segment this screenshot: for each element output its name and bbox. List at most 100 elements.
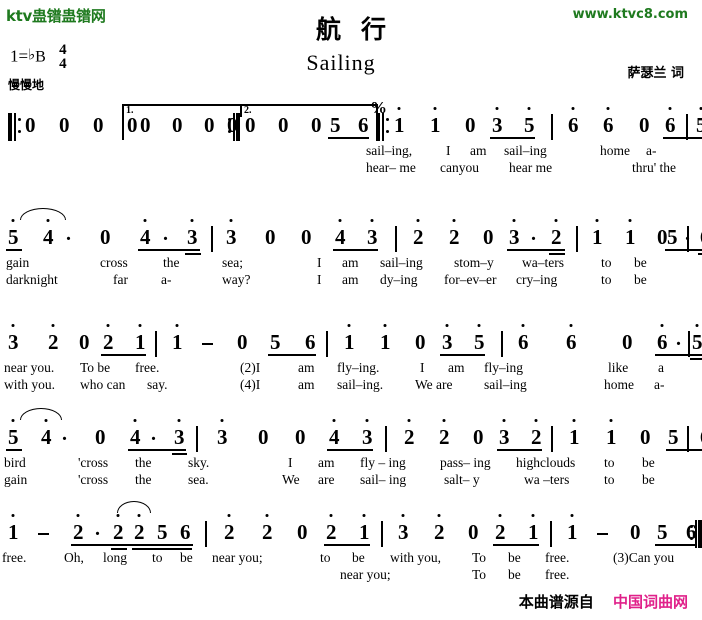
note: 3 xyxy=(442,324,453,353)
note: 2 xyxy=(439,419,450,448)
note: 6 xyxy=(665,107,676,136)
note: 3 xyxy=(398,514,409,543)
note: 1 xyxy=(528,514,539,543)
duration-dash xyxy=(38,532,49,535)
note: 2 xyxy=(326,514,337,543)
lyric-row-2-verse-1: gain cross the sea; I am sail–ing stom–y… xyxy=(6,255,647,270)
note: 0 xyxy=(245,113,256,137)
note: 1 xyxy=(344,324,355,353)
note: 3 xyxy=(174,419,185,448)
page-title-chinese: 航行 xyxy=(315,15,406,44)
note: 0 xyxy=(639,113,650,137)
note: 3 xyxy=(492,107,503,136)
key-note: B xyxy=(35,48,46,66)
note: 5 xyxy=(657,520,668,544)
note: 4 xyxy=(329,419,340,448)
barline xyxy=(196,426,198,452)
note: 0 xyxy=(204,113,215,137)
note: 3 xyxy=(509,219,520,248)
lyric-row-3-verse-1: near you. To be free. (2)I am fly–ing. I… xyxy=(4,360,664,375)
note-row-3: 3 2 0 2 1 1 0 5 6 1 1 0 3 5 6 6 0 6 . 5 xyxy=(0,317,702,361)
note: 4 xyxy=(130,419,141,448)
barline xyxy=(687,226,689,252)
note: 1 xyxy=(567,514,578,543)
duration-dash xyxy=(202,342,213,345)
note: 2 xyxy=(224,514,235,543)
note: 0 xyxy=(468,520,479,544)
note: 0 xyxy=(59,113,70,137)
note-row-5: 1 2 . 2 2 5 6 2 2 0 2 1 3 2 0 2 1 1 0 5 … xyxy=(0,501,702,551)
augmentation-dot: . xyxy=(151,423,156,445)
note: 2 xyxy=(103,324,114,353)
barline xyxy=(122,114,124,140)
note: 2 xyxy=(404,419,415,448)
note: 2 xyxy=(73,514,84,543)
duration-dash xyxy=(597,532,608,535)
barline xyxy=(385,426,387,452)
barline xyxy=(688,331,690,357)
augmentation-dot: . xyxy=(66,223,71,245)
lyric-row-1-verse-2: hear– me canyou hear me thru' the xyxy=(366,160,677,175)
lyricist-credit: 萨瑟兰 词 xyxy=(627,66,684,81)
footer-site-label: 中国词曲网 xyxy=(612,593,688,611)
note: 5 xyxy=(692,324,702,353)
note: 2 xyxy=(531,419,542,448)
barline xyxy=(576,226,578,252)
note: 4 xyxy=(43,219,54,248)
augmentation-dot: . xyxy=(676,328,681,350)
barline xyxy=(155,331,157,357)
note: 4 xyxy=(335,219,346,248)
page-title-english: Sailing xyxy=(306,50,376,75)
time-signature: 4 4 xyxy=(59,43,67,72)
meter-denominator: 4 xyxy=(59,55,67,72)
note: 0 xyxy=(297,520,308,544)
staff-system-1: 1. 2. % 0 0 0 0 0 0 0 0 0 0 5 6 1 1 0 3 … xyxy=(0,98,702,178)
note-row-4: 5 4 . 0 4 . 3 3 0 0 4 3 2 2 0 3 2 1 1 0 … xyxy=(0,408,702,456)
lyric-row-4-verse-1: bird 'cross the sky. I am fly – ing pass… xyxy=(4,455,655,470)
augmentation-dot: . xyxy=(62,423,67,445)
note: 5 xyxy=(270,330,281,354)
note: 1 xyxy=(380,324,391,353)
note: 4 xyxy=(140,219,151,248)
staff-system-2: 5 4 . 0 4 . 3 3 0 0 4 3 2 2 0 3 . 2 1 1 … xyxy=(0,208,702,290)
staff-system-3: 3 2 0 2 1 1 0 5 6 1 1 0 3 5 6 6 0 6 . 5 … xyxy=(0,317,702,395)
note: 2 xyxy=(48,324,59,353)
augmentation-dot: . xyxy=(531,223,536,245)
note: 1 xyxy=(172,324,183,353)
augmentation-dot: . xyxy=(95,518,100,540)
note: 3 xyxy=(217,419,228,448)
note: 6 xyxy=(358,113,369,137)
note: 2 xyxy=(262,514,273,543)
note: 6 xyxy=(603,107,614,136)
note: 0 xyxy=(483,225,494,249)
barline xyxy=(501,331,503,357)
note: 1 xyxy=(430,107,441,136)
note: 0 xyxy=(622,330,633,354)
note: 5 xyxy=(330,113,341,137)
barline xyxy=(326,331,328,357)
note: 2 xyxy=(449,219,460,248)
note: 3 xyxy=(499,419,510,448)
footer-source: 本曲谱源自 中国词曲网 xyxy=(519,591,688,612)
note: 0 xyxy=(311,113,322,137)
note: 0 xyxy=(265,225,276,249)
note: 1 xyxy=(359,514,370,543)
note: 5 xyxy=(8,219,19,248)
note: 0 xyxy=(657,225,668,249)
note: 1 xyxy=(8,514,19,543)
note: 3 xyxy=(226,219,237,248)
key-prefix: 1= xyxy=(10,46,29,66)
note: 5 xyxy=(696,107,702,136)
note: 5 xyxy=(8,419,19,448)
note: 1 xyxy=(625,219,636,248)
key-signature: 1=♭B 4 4 xyxy=(10,43,67,72)
note: 6 xyxy=(566,324,577,353)
note: 6 xyxy=(568,107,579,136)
note: 0 xyxy=(237,330,248,354)
note: 2 xyxy=(434,514,445,543)
note: 3 xyxy=(367,219,378,248)
note: 6 xyxy=(180,520,191,544)
footer-source-label: 本曲谱源自 xyxy=(518,593,594,611)
note: 5 xyxy=(524,107,535,136)
augmentation-dot: . xyxy=(163,223,168,245)
